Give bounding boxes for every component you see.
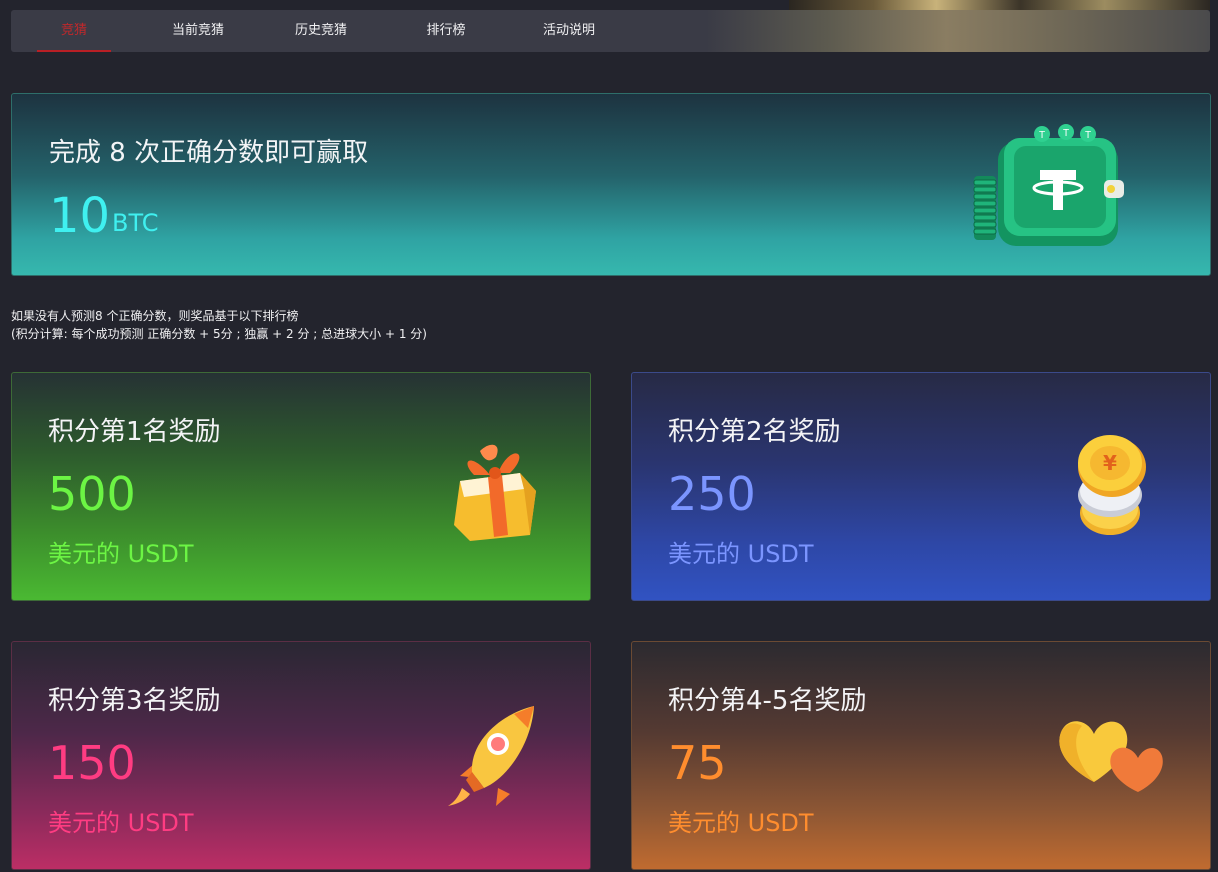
reward-card-value: 500 — [48, 467, 136, 521]
reward-card-title: 积分第1名奖励 — [48, 417, 221, 447]
grand-prize-banner: 完成 8 次正确分数即可赢取 10 BTC T T T — [11, 93, 1211, 276]
tab-rules[interactable]: 活动说明 — [532, 10, 606, 52]
svg-text:¥: ¥ — [1103, 451, 1117, 475]
tab-guess[interactable]: 竞猜 — [37, 10, 111, 52]
reward-card-rank-2: 积分第2名奖励 250 美元的 USDT ¥ — [631, 372, 1211, 601]
top-nav-bar: 竞猜 当前竞猜 历史竞猜 排行榜 活动说明 — [11, 10, 1210, 52]
reward-card-value: 250 — [668, 467, 756, 521]
reward-card-title: 积分第4-5名奖励 — [668, 686, 867, 716]
reward-card-value: 150 — [48, 736, 136, 790]
hearts-icon — [1059, 721, 1163, 792]
grand-prize-unit: BTC — [112, 209, 159, 237]
reward-card-title: 积分第2名奖励 — [668, 417, 841, 447]
reward-card-unit: 美元的 USDT — [48, 540, 194, 568]
reward-card-value: 75 — [668, 736, 727, 790]
ranking-rules-note: 如果没有人预测8 个正确分数，则奖品基于以下排行榜 (积分计算: 每个成功预测 … — [11, 307, 427, 343]
tab-leaderboard[interactable]: 排行榜 — [409, 10, 483, 52]
gift-box-icon — [454, 444, 536, 541]
svg-text:T: T — [1085, 130, 1091, 141]
tab-history-guess[interactable]: 历史竞猜 — [284, 10, 358, 52]
svg-text:T: T — [1063, 128, 1069, 139]
banner-image-strip — [789, 0, 1210, 10]
reward-card-unit: 美元的 USDT — [48, 809, 194, 837]
active-tab-indicator — [37, 50, 111, 52]
reward-card-unit: 美元的 USDT — [668, 540, 814, 568]
svg-text:T: T — [1039, 130, 1045, 141]
ranking-rules-line-2: (积分计算: 每个成功预测 正确分数 + 5分 ; 独赢 + 2 分 ; 总进球… — [11, 327, 427, 341]
tether-wallet-icon: T T T — [973, 124, 1124, 246]
reward-card-unit: 美元的 USDT — [668, 809, 814, 837]
coin-stack-icon: ¥ — [1078, 435, 1146, 535]
reward-card-rank-3: 积分第3名奖励 150 美元的 USDT — [11, 641, 591, 870]
reward-card-rank-4-5: 积分第4-5名奖励 75 美元的 USDT — [631, 641, 1211, 870]
ranking-rules-line-1: 如果没有人预测8 个正确分数，则奖品基于以下排行榜 — [11, 309, 299, 323]
rocket-icon — [448, 706, 534, 806]
grand-prize-title: 完成 8 次正确分数即可赢取 — [49, 138, 369, 168]
tab-current-guess[interactable]: 当前竞猜 — [161, 10, 235, 52]
reward-card-rank-1: 积分第1名奖励 500 美元的 USDT — [11, 372, 591, 601]
grand-prize-amount: 10 — [49, 188, 111, 244]
reward-card-title: 积分第3名奖励 — [48, 686, 221, 716]
